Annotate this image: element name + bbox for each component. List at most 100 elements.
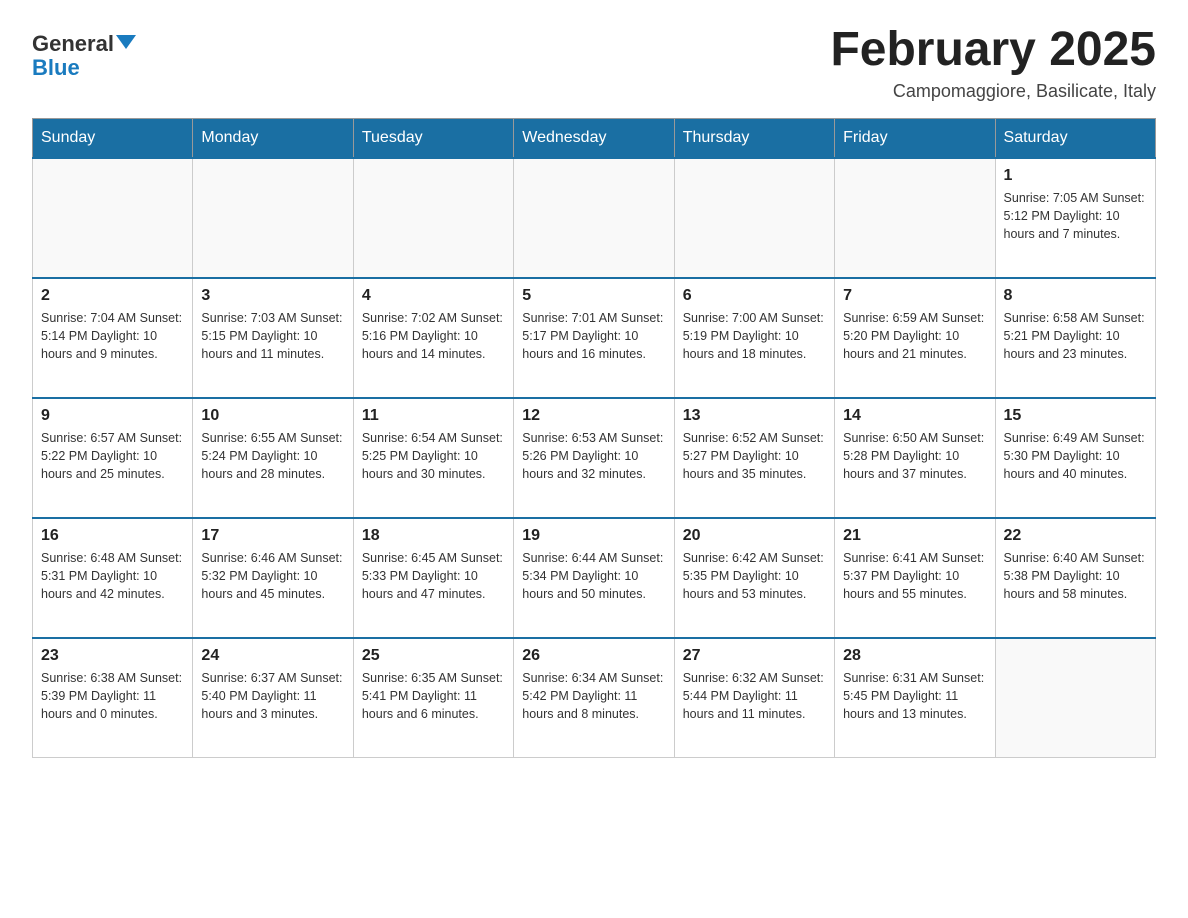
day-info: Sunrise: 7:00 AM Sunset: 5:19 PM Dayligh… (683, 309, 826, 363)
day-number: 21 (843, 527, 986, 545)
day-info: Sunrise: 7:04 AM Sunset: 5:14 PM Dayligh… (41, 309, 184, 363)
day-number: 6 (683, 287, 826, 305)
location-text: Campomaggiore, Basilicate, Italy (830, 81, 1156, 102)
day-info: Sunrise: 7:05 AM Sunset: 5:12 PM Dayligh… (1004, 189, 1147, 243)
day-cell (193, 158, 353, 278)
day-number: 4 (362, 287, 505, 305)
day-cell (33, 158, 193, 278)
day-cell: 12 Sunrise: 6:53 AM Sunset: 5:26 PM Dayli… (514, 398, 674, 518)
day-number: 9 (41, 407, 184, 425)
day-cell: 24 Sunrise: 6:37 AM Sunset: 5:40 PM Dayli… (193, 638, 353, 758)
day-cell: 17 Sunrise: 6:46 AM Sunset: 5:32 PM Dayli… (193, 518, 353, 638)
day-info: Sunrise: 6:34 AM Sunset: 5:42 PM Dayligh… (522, 669, 665, 723)
day-number: 17 (201, 527, 344, 545)
day-info: Sunrise: 6:44 AM Sunset: 5:34 PM Dayligh… (522, 549, 665, 603)
day-number: 28 (843, 647, 986, 665)
day-cell: 16 Sunrise: 6:48 AM Sunset: 5:31 PM Dayli… (33, 518, 193, 638)
day-cell: 20 Sunrise: 6:42 AM Sunset: 5:35 PM Dayli… (674, 518, 834, 638)
title-block: February 2025 Campomaggiore, Basilicate,… (830, 24, 1156, 102)
day-cell: 8 Sunrise: 6:58 AM Sunset: 5:21 PM Daylig… (995, 278, 1155, 398)
col-thursday: Thursday (674, 118, 834, 158)
day-cell: 7Sunrise: 6:59 AM Sunset: 5:20 PM Daylig… (835, 278, 995, 398)
day-cell: 6 Sunrise: 7:00 AM Sunset: 5:19 PM Daylig… (674, 278, 834, 398)
day-cell: 14Sunrise: 6:50 AM Sunset: 5:28 PM Dayli… (835, 398, 995, 518)
day-info: Sunrise: 6:40 AM Sunset: 5:38 PM Dayligh… (1004, 549, 1147, 603)
day-cell: 15Sunrise: 6:49 AM Sunset: 5:30 PM Dayli… (995, 398, 1155, 518)
day-info: Sunrise: 6:38 AM Sunset: 5:39 PM Dayligh… (41, 669, 184, 723)
week-row-3: 9 Sunrise: 6:57 AM Sunset: 5:22 PM Daylig… (33, 398, 1156, 518)
day-info: Sunrise: 6:35 AM Sunset: 5:41 PM Dayligh… (362, 669, 505, 723)
day-cell: 10Sunrise: 6:55 AM Sunset: 5:24 PM Dayli… (193, 398, 353, 518)
day-number: 16 (41, 527, 184, 545)
week-row-1: 1 Sunrise: 7:05 AM Sunset: 5:12 PM Daylig… (33, 158, 1156, 278)
logo-general-text: General (32, 32, 114, 56)
col-tuesday: Tuesday (353, 118, 513, 158)
day-cell: 3Sunrise: 7:03 AM Sunset: 5:15 PM Daylig… (193, 278, 353, 398)
day-info: Sunrise: 6:58 AM Sunset: 5:21 PM Dayligh… (1004, 309, 1147, 363)
day-cell: 23 Sunrise: 6:38 AM Sunset: 5:39 PM Dayli… (33, 638, 193, 758)
day-info: Sunrise: 6:37 AM Sunset: 5:40 PM Dayligh… (201, 669, 344, 723)
logo-blue-text: Blue (32, 55, 80, 80)
day-cell: 1 Sunrise: 7:05 AM Sunset: 5:12 PM Daylig… (995, 158, 1155, 278)
week-row-5: 23 Sunrise: 6:38 AM Sunset: 5:39 PM Dayli… (33, 638, 1156, 758)
day-cell: 9 Sunrise: 6:57 AM Sunset: 5:22 PM Daylig… (33, 398, 193, 518)
day-cell: 22 Sunrise: 6:40 AM Sunset: 5:38 PM Dayli… (995, 518, 1155, 638)
day-number: 27 (683, 647, 826, 665)
day-info: Sunrise: 6:48 AM Sunset: 5:31 PM Dayligh… (41, 549, 184, 603)
day-number: 2 (41, 287, 184, 305)
day-info: Sunrise: 6:31 AM Sunset: 5:45 PM Dayligh… (843, 669, 986, 723)
day-cell (514, 158, 674, 278)
col-monday: Monday (193, 118, 353, 158)
day-cell: 28 Sunrise: 6:31 AM Sunset: 5:45 PM Dayli… (835, 638, 995, 758)
month-title: February 2025 (830, 24, 1156, 77)
day-info: Sunrise: 6:55 AM Sunset: 5:24 PM Dayligh… (201, 429, 344, 483)
day-number: 22 (1004, 527, 1147, 545)
day-cell: 2 Sunrise: 7:04 AM Sunset: 5:14 PM Daylig… (33, 278, 193, 398)
day-info: Sunrise: 6:46 AM Sunset: 5:32 PM Dayligh… (201, 549, 344, 603)
day-info: Sunrise: 7:02 AM Sunset: 5:16 PM Dayligh… (362, 309, 505, 363)
col-sunday: Sunday (33, 118, 193, 158)
week-row-4: 16 Sunrise: 6:48 AM Sunset: 5:31 PM Dayli… (33, 518, 1156, 638)
day-cell: 21 Sunrise: 6:41 AM Sunset: 5:37 PM Dayli… (835, 518, 995, 638)
day-info: Sunrise: 6:50 AM Sunset: 5:28 PM Dayligh… (843, 429, 986, 483)
logo-triangle-icon (116, 35, 136, 49)
week-row-2: 2 Sunrise: 7:04 AM Sunset: 5:14 PM Daylig… (33, 278, 1156, 398)
col-saturday: Saturday (995, 118, 1155, 158)
day-cell (835, 158, 995, 278)
calendar-table: Sunday Monday Tuesday Wednesday Thursday… (32, 118, 1156, 759)
page-header: General Blue February 2025 Campomaggiore… (32, 24, 1156, 102)
day-number: 3 (201, 287, 344, 305)
day-cell: 4 Sunrise: 7:02 AM Sunset: 5:16 PM Daylig… (353, 278, 513, 398)
day-number: 5 (522, 287, 665, 305)
day-number: 24 (201, 647, 344, 665)
day-info: Sunrise: 6:53 AM Sunset: 5:26 PM Dayligh… (522, 429, 665, 483)
day-info: Sunrise: 7:01 AM Sunset: 5:17 PM Dayligh… (522, 309, 665, 363)
calendar-header-row: Sunday Monday Tuesday Wednesday Thursday… (33, 118, 1156, 158)
day-cell: 11 Sunrise: 6:54 AM Sunset: 5:25 PM Dayli… (353, 398, 513, 518)
day-number: 23 (41, 647, 184, 665)
day-info: Sunrise: 6:45 AM Sunset: 5:33 PM Dayligh… (362, 549, 505, 603)
day-number: 8 (1004, 287, 1147, 305)
day-info: Sunrise: 6:32 AM Sunset: 5:44 PM Dayligh… (683, 669, 826, 723)
day-info: Sunrise: 6:42 AM Sunset: 5:35 PM Dayligh… (683, 549, 826, 603)
col-wednesday: Wednesday (514, 118, 674, 158)
day-cell (353, 158, 513, 278)
day-cell: 19 Sunrise: 6:44 AM Sunset: 5:34 PM Dayli… (514, 518, 674, 638)
logo: General Blue (32, 32, 136, 80)
day-number: 26 (522, 647, 665, 665)
day-info: Sunrise: 6:54 AM Sunset: 5:25 PM Dayligh… (362, 429, 505, 483)
day-number: 12 (522, 407, 665, 425)
day-info: Sunrise: 6:52 AM Sunset: 5:27 PM Dayligh… (683, 429, 826, 483)
day-number: 11 (362, 407, 505, 425)
day-cell: 26 Sunrise: 6:34 AM Sunset: 5:42 PM Dayli… (514, 638, 674, 758)
day-number: 25 (362, 647, 505, 665)
day-number: 7 (843, 287, 986, 305)
col-friday: Friday (835, 118, 995, 158)
day-info: Sunrise: 6:57 AM Sunset: 5:22 PM Dayligh… (41, 429, 184, 483)
day-number: 1 (1004, 167, 1147, 185)
day-number: 20 (683, 527, 826, 545)
day-info: Sunrise: 6:41 AM Sunset: 5:37 PM Dayligh… (843, 549, 986, 603)
day-number: 19 (522, 527, 665, 545)
day-number: 13 (683, 407, 826, 425)
day-cell: 27 Sunrise: 6:32 AM Sunset: 5:44 PM Dayli… (674, 638, 834, 758)
